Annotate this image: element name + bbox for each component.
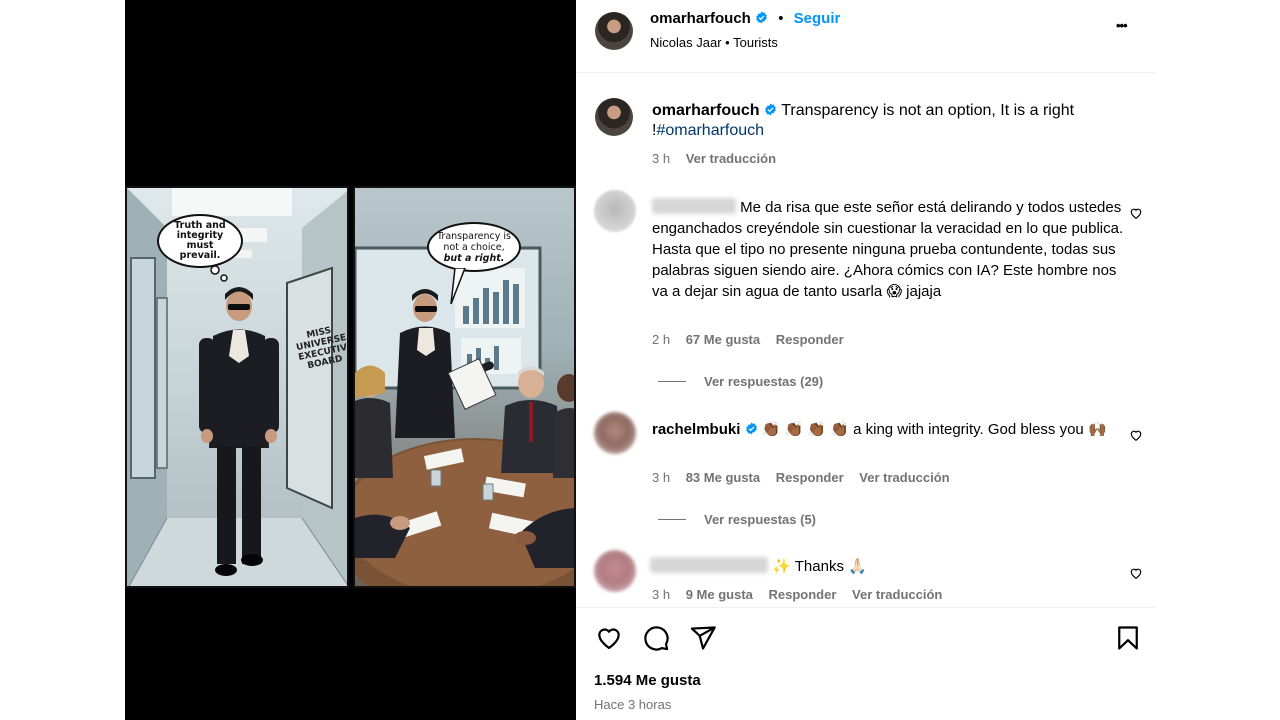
comment-like-heart-icon[interactable]: [1129, 206, 1143, 220]
comic-image: Truth and integrity must prevail. MISS U…: [125, 186, 576, 592]
comment-3-meta: 3 h 9 Me gusta Responder Ver traducción: [652, 587, 954, 602]
comment-2-reply-button[interactable]: Responder: [776, 470, 844, 485]
comment-3-time: 3 h: [652, 587, 671, 602]
comment-2-author[interactable]: rachelmbuki: [652, 421, 740, 438]
audio-artist: Nicolas Jaar: [650, 35, 722, 50]
avatar[interactable]: [595, 12, 633, 50]
heart-icon[interactable]: [595, 624, 623, 652]
comment-avatar[interactable]: [594, 412, 636, 454]
verified-badge-icon: [765, 103, 776, 116]
comment-1-meta: 2 h 67 Me gusta Responder: [652, 332, 856, 347]
comment-1-reply-button[interactable]: Responder: [776, 332, 844, 347]
comic-panel-meeting: Transparency is not a choice, but a righ…: [353, 186, 576, 588]
caption-text: Transparency is not an option, It is a r…: [781, 102, 1075, 119]
comment-2-view-replies-label: Ver respuestas (5): [704, 512, 817, 527]
audio-track: Tourists: [733, 35, 778, 50]
comment-1-tail: jajaja: [906, 283, 942, 300]
caption-author[interactable]: omarharfouch: [652, 102, 760, 119]
post-time: Hace 3 horas: [594, 697, 672, 712]
comment-1-view-replies-label: Ver respuestas (29): [704, 374, 824, 389]
bookmark-icon[interactable]: [1114, 624, 1142, 652]
likes-count[interactable]: 1.594 Me gusta: [594, 672, 701, 689]
speech-bubble-tail: [450, 268, 466, 305]
author-row: omarharfouch • Seguir: [650, 10, 840, 27]
speech-bubble-right: Transparency is not a choice, but a righ…: [427, 222, 521, 272]
comment-1-emoji: 😱: [886, 283, 902, 300]
comment-2-time: 3 h: [652, 470, 671, 485]
caption-translate-link[interactable]: Ver traducción: [686, 151, 776, 166]
speech-bubble-text-1: Transparency is not a choice,: [437, 230, 511, 253]
post-header: omarharfouch • Seguir Nicolas Jaar • Tou…: [576, 0, 1155, 73]
comment-2-likes[interactable]: 83 Me gusta: [686, 470, 760, 485]
comment-like-heart-icon[interactable]: [1129, 428, 1143, 442]
comment-3-likes[interactable]: 9 Me gusta: [686, 587, 753, 602]
speech-bubble-text-2: but a right.: [443, 252, 505, 264]
actions-divider: [576, 607, 1155, 608]
caption: omarharfouch Transparency is not an opti…: [652, 101, 1132, 141]
comic-panel-hallway: Truth and integrity must prevail. MISS U…: [125, 186, 349, 588]
comment-2-translate-link[interactable]: Ver traducción: [859, 470, 949, 485]
comment-icon[interactable]: [642, 624, 670, 652]
comment-1-view-replies[interactable]: Ver respuestas (29): [658, 374, 823, 389]
thought-bubble-left: Truth and integrity must prevail.: [157, 214, 243, 268]
audio-row[interactable]: Nicolas Jaar • Tourists: [650, 35, 778, 50]
post-sidebar: omarharfouch • Seguir Nicolas Jaar • Tou…: [576, 0, 1155, 720]
comment-2-emojis: 👏🏾 👏🏾 👏🏾 👏🏾: [761, 421, 849, 438]
comment-2-meta: 3 h 83 Me gusta Responder Ver traducción: [652, 470, 962, 485]
replies-divider: [658, 519, 686, 520]
caption-time: 3 h: [652, 151, 671, 166]
comment-2-emoji-end: 🙌🏾: [1087, 421, 1107, 438]
comment-avatar[interactable]: [594, 190, 636, 232]
follow-button[interactable]: Seguir: [794, 10, 841, 27]
more-options-icon[interactable]: •••: [1116, 18, 1128, 33]
replies-divider: [658, 381, 686, 382]
comment-author-blurred[interactable]: [652, 198, 736, 214]
comment-2-text: a king with integrity. God bless you: [853, 421, 1084, 438]
thought-bubble-dots: [210, 265, 228, 282]
comment-2: rachelmbuki 👏🏾 👏🏾 👏🏾 👏🏾 a king with inte…: [652, 419, 1122, 440]
comment-3-emoji-start: ✨: [772, 558, 791, 575]
author-username[interactable]: omarharfouch: [650, 10, 751, 27]
comment-like-heart-icon[interactable]: [1129, 566, 1143, 580]
audio-separator: •: [725, 35, 730, 50]
comment-1: Me da risa que este señor está delirando…: [652, 197, 1132, 302]
comment-3-reply-button[interactable]: Responder: [769, 587, 837, 602]
comment-3-translate-link[interactable]: Ver traducción: [852, 587, 942, 602]
comment-3-text: Thanks: [794, 558, 844, 575]
caption-avatar[interactable]: [595, 98, 633, 136]
comment-avatar[interactable]: [594, 550, 636, 592]
caption-meta: 3 h Ver traducción: [652, 151, 788, 166]
verified-badge-icon: [756, 11, 767, 24]
comment-author-blurred[interactable]: [650, 557, 768, 573]
comment-1-time: 2 h: [652, 332, 671, 347]
post-media[interactable]: Truth and integrity must prevail. MISS U…: [125, 0, 576, 720]
caption-hashtag[interactable]: #omarharfouch: [656, 122, 764, 139]
share-icon[interactable]: [689, 624, 717, 652]
comment-1-likes[interactable]: 67 Me gusta: [686, 332, 760, 347]
comment-3-emoji-end: 🙏🏻: [848, 558, 867, 575]
comment-2-view-replies[interactable]: Ver respuestas (5): [658, 512, 816, 527]
separator-dot: •: [778, 10, 784, 27]
comment-3: ✨ Thanks 🙏🏻: [650, 556, 1120, 577]
verified-badge-icon: [745, 422, 757, 435]
